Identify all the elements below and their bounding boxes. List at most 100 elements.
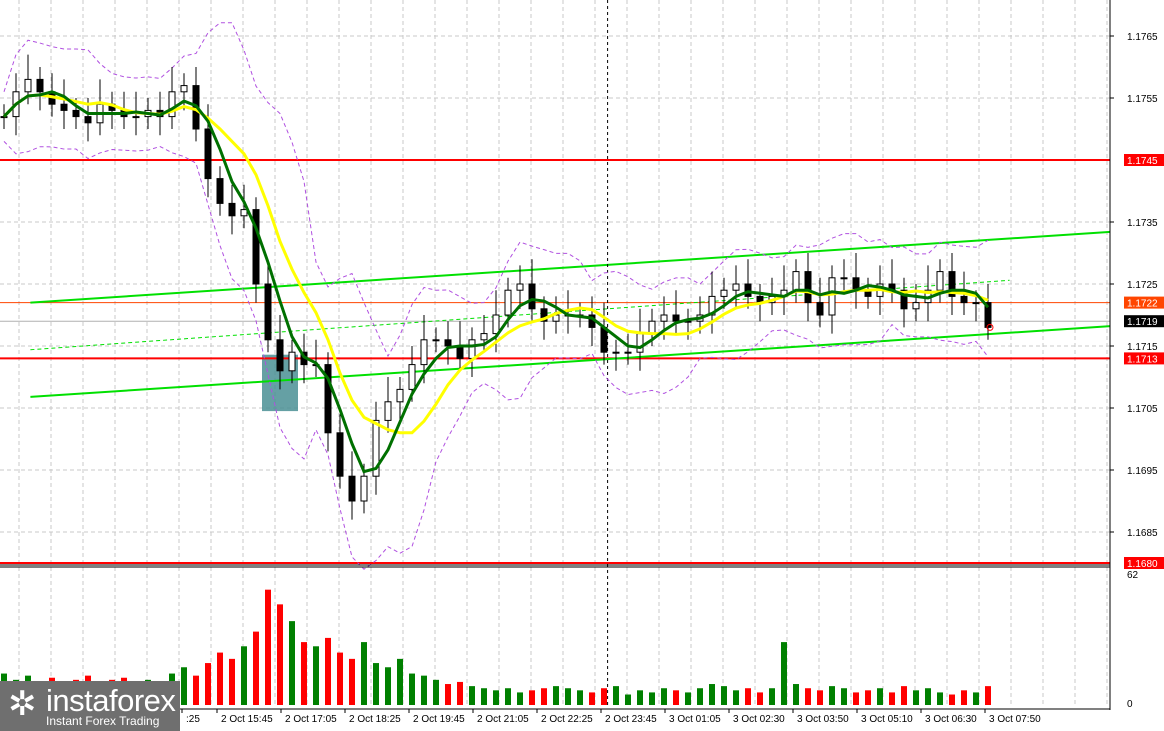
candle-body bbox=[912, 302, 920, 310]
x-tick-label: 2 Oct 15:45 bbox=[221, 714, 273, 725]
volume-bar bbox=[217, 652, 223, 705]
candle-body bbox=[612, 351, 620, 354]
candle-body bbox=[360, 475, 368, 502]
candle-body bbox=[276, 339, 284, 372]
candle-body bbox=[228, 202, 236, 217]
volume-bar bbox=[301, 642, 307, 705]
volume-bar bbox=[661, 688, 667, 705]
gear-logo-icon: ✲ bbox=[8, 685, 37, 723]
candle-body bbox=[528, 283, 536, 310]
candle-body bbox=[624, 351, 632, 354]
price-label: 1.1722 bbox=[1127, 299, 1158, 310]
volume-bar bbox=[337, 652, 343, 705]
volume-bar bbox=[841, 688, 847, 705]
candle-body bbox=[348, 475, 356, 502]
volume-bar bbox=[793, 684, 799, 705]
candle bbox=[384, 377, 392, 433]
x-tick-label: 2 Oct 22:25 bbox=[541, 714, 593, 725]
price-label: 1.1680 bbox=[1127, 559, 1158, 570]
volume-bar bbox=[697, 688, 703, 705]
volume-bar bbox=[385, 667, 391, 705]
volume-bar bbox=[613, 686, 619, 705]
candle-body bbox=[36, 78, 44, 93]
candle-body bbox=[600, 326, 608, 353]
x-tick-label: 2 Oct 17:05 bbox=[285, 714, 337, 725]
candle-body bbox=[972, 302, 980, 305]
candle-body bbox=[480, 333, 488, 341]
x-tick-label: :25 bbox=[186, 714, 200, 725]
y-tick-label: 1.1755 bbox=[1127, 94, 1158, 105]
volume-bar bbox=[565, 688, 571, 705]
candle-body bbox=[660, 314, 668, 322]
candle-body bbox=[288, 351, 296, 372]
candle-body bbox=[516, 283, 524, 291]
volume-bar bbox=[589, 692, 595, 705]
candle-body bbox=[384, 401, 392, 421]
candle-body bbox=[444, 339, 452, 347]
volume-bar bbox=[349, 658, 355, 705]
candle-body bbox=[216, 178, 224, 204]
candle-body bbox=[960, 295, 968, 304]
candle bbox=[96, 79, 104, 136]
candle bbox=[624, 333, 632, 365]
volume-bar bbox=[361, 642, 367, 705]
x-tick-label: 3 Oct 07:50 bbox=[989, 714, 1041, 725]
volume-bar bbox=[541, 688, 547, 705]
candle bbox=[336, 414, 344, 489]
volume-bar bbox=[181, 667, 187, 705]
candle bbox=[900, 277, 908, 328]
candle bbox=[816, 277, 824, 328]
candle bbox=[612, 339, 620, 371]
volume-bar bbox=[313, 646, 319, 705]
volume-bar bbox=[877, 688, 883, 705]
candle-body bbox=[804, 271, 812, 304]
bollinger-lower-band bbox=[3, 141, 989, 570]
candle-body bbox=[204, 128, 212, 180]
volume-bar bbox=[469, 686, 475, 705]
volume-bar bbox=[925, 688, 931, 705]
candle bbox=[228, 184, 236, 235]
volume-bar bbox=[721, 686, 727, 705]
x-tick-label: 2 Oct 18:25 bbox=[349, 714, 401, 725]
volume-bar bbox=[229, 658, 235, 705]
candle bbox=[852, 253, 860, 309]
price-chart[interactable]: 1.1765 1.1755 1.1735 1.1725 1.1715 1.1705 1.16… bbox=[0, 0, 1164, 731]
candle bbox=[324, 352, 332, 452]
volume-bar bbox=[577, 690, 583, 705]
candle-body bbox=[792, 271, 800, 291]
volume-bar bbox=[745, 688, 751, 705]
volume-bar bbox=[481, 688, 487, 705]
candle bbox=[984, 284, 992, 340]
volume-bar bbox=[325, 637, 331, 705]
candle-body bbox=[60, 103, 68, 111]
candle-body bbox=[432, 339, 440, 342]
candle-body bbox=[24, 78, 32, 93]
candle bbox=[828, 265, 836, 334]
volume-min-label: 0 bbox=[1127, 699, 1133, 710]
volume-max-label: 62 bbox=[1127, 570, 1139, 581]
y-tick-label: 1.1685 bbox=[1127, 528, 1158, 539]
candle bbox=[60, 79, 68, 129]
volume-bar bbox=[553, 686, 559, 705]
candle bbox=[948, 253, 956, 315]
volume-bar bbox=[937, 692, 943, 705]
x-tick-label: 3 Oct 03:50 bbox=[797, 714, 849, 725]
candle-body bbox=[240, 209, 248, 217]
candle-body bbox=[720, 289, 728, 297]
volume-bar bbox=[193, 675, 199, 705]
candle-body bbox=[816, 302, 824, 316]
x-tick-label: 3 Oct 05:10 bbox=[861, 714, 913, 725]
volume-bar bbox=[901, 686, 907, 705]
volume-bar bbox=[757, 692, 763, 705]
channel-line-lower bbox=[30, 325, 1111, 398]
volume-bar bbox=[601, 688, 607, 705]
candle bbox=[168, 67, 176, 129]
price-label: 1.1745 bbox=[1127, 156, 1158, 167]
candle-body bbox=[180, 85, 188, 93]
volume-bar bbox=[517, 692, 523, 705]
price-label: 1.1713 bbox=[1127, 354, 1158, 365]
x-tick-label: 3 Oct 01:05 bbox=[669, 714, 721, 725]
x-tick-label: 2 Oct 19:45 bbox=[413, 714, 465, 725]
candle bbox=[936, 259, 944, 303]
candle bbox=[180, 73, 188, 111]
